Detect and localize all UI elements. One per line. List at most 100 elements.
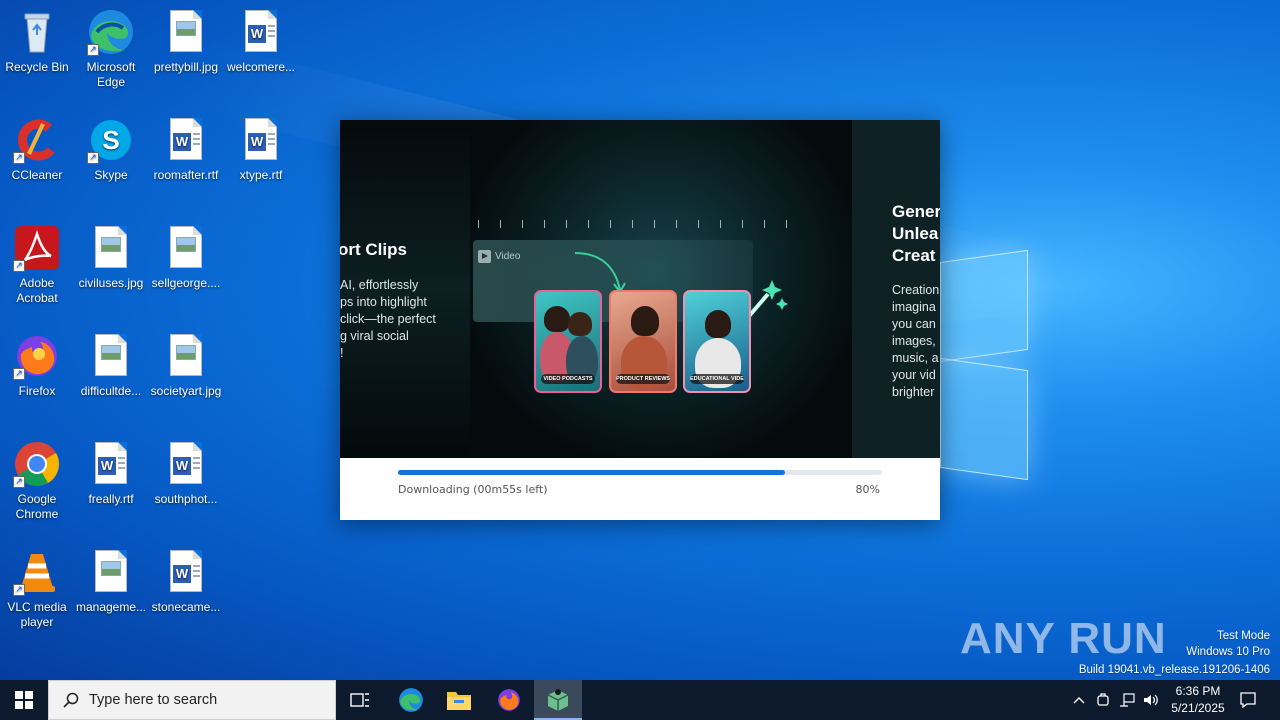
desktop-icon-manageme[interactable]: manageme...: [75, 548, 147, 615]
slide-text-line: ps into highlight: [340, 295, 427, 309]
desktop: Recycle Bin ↗ CCleaner ↗ Adobe Acrobat ↗…: [0, 0, 1280, 680]
desktop-icon-prettybill[interactable]: prettybill.jpg: [150, 8, 222, 75]
search-placeholder: Type here to search: [89, 692, 218, 708]
shortcut-arrow-icon: ↗: [13, 152, 25, 164]
card-product-reviews: PRODUCT REVIEWS: [609, 290, 677, 393]
word-file-icon: W: [237, 8, 285, 56]
edge-icon: [399, 688, 423, 712]
skype-icon: S ↗: [87, 116, 135, 164]
image-file-icon: [87, 548, 135, 596]
watermark-edition: Windows 10 Pro: [1186, 646, 1270, 658]
chrome-icon: ↗: [13, 440, 61, 488]
ccleaner-icon: ↗: [13, 116, 61, 164]
desktop-icon-southphot[interactable]: W southphot...: [150, 440, 222, 507]
network-button[interactable]: [1116, 680, 1138, 720]
show-hidden-icons-button[interactable]: [1068, 680, 1090, 720]
shortcut-arrow-icon: ↗: [13, 260, 25, 272]
desktop-icon-difficultde[interactable]: difficultde...: [75, 332, 147, 399]
desktop-icon-vlc[interactable]: ↗ VLC media player: [1, 548, 73, 630]
slide-text-line: Creation: [892, 283, 940, 297]
taskbar-installer-app[interactable]: [534, 680, 582, 720]
desktop-icon-skype[interactable]: S ↗ Skype: [75, 116, 147, 183]
network-icon: [1120, 693, 1135, 707]
slide-text-line: g viral social: [340, 329, 409, 343]
firefox-icon: [498, 689, 520, 711]
folder-icon: [447, 692, 471, 710]
installer-window[interactable]: ort Clips AI, effortlessly ps into highl…: [340, 120, 940, 520]
word-file-icon: W: [162, 116, 210, 164]
desktop-icon-firefox[interactable]: ↗ Firefox: [1, 332, 73, 399]
image-file-icon: [162, 8, 210, 56]
desktop-icon-societyart[interactable]: societyart.jpg: [150, 332, 222, 399]
desktop-icon-adobe-acrobat[interactable]: ↗ Adobe Acrobat: [1, 224, 73, 306]
volume-button[interactable]: [1140, 680, 1162, 720]
slide-text-line: !: [340, 346, 344, 360]
desktop-icon-sellgeorge[interactable]: sellgeorge....: [150, 224, 222, 291]
desktop-icon-label: welcomere...: [226, 60, 296, 74]
start-button[interactable]: [0, 680, 48, 720]
video-tag: Video: [478, 250, 520, 263]
shortcut-arrow-icon: ↗: [87, 152, 99, 164]
slide-title-line: Unlea: [892, 224, 939, 243]
slide-text-line: imagina: [892, 300, 936, 314]
shortcut-arrow-icon: ↗: [87, 44, 99, 56]
desktop-icon-label: difficultde...: [80, 384, 142, 398]
desktop-icon-freally[interactable]: W freally.rtf: [75, 440, 147, 507]
desktop-icon-recycle-bin[interactable]: Recycle Bin: [1, 8, 73, 75]
desktop-icon-label: Adobe Acrobat: [16, 276, 58, 305]
taskbar-edge[interactable]: [388, 680, 434, 720]
shortcut-arrow-icon: ↗: [13, 584, 25, 596]
slide-text-line: images,: [892, 334, 936, 348]
desktop-icon-label: xtype.rtf: [239, 168, 283, 182]
firefox-icon: ↗: [13, 332, 61, 380]
image-file-icon: [162, 224, 210, 272]
desktop-icon-label: prettybill.jpg: [153, 60, 219, 74]
svg-text:S: S: [102, 125, 119, 155]
card-educational-video: EDUCATIONAL VIDEO: [683, 290, 751, 393]
word-file-icon: W: [162, 548, 210, 596]
word-file-icon: W: [237, 116, 285, 164]
desktop-icon-label: manageme...: [75, 600, 147, 614]
slide-title-line: Gener: [892, 202, 940, 221]
desktop-icon-xtype[interactable]: W xtype.rtf: [225, 116, 297, 183]
desktop-icon-google-chrome[interactable]: ↗ Google Chrome: [1, 440, 73, 522]
action-center-button[interactable]: [1234, 680, 1262, 720]
image-file-icon: [162, 332, 210, 380]
windows-start-icon: [15, 691, 33, 709]
card-video-podcasts: VIDEO PODCASTS: [534, 290, 602, 393]
taskbar-clock[interactable]: 6:36 PM 5/21/2025: [1163, 683, 1233, 717]
clock-date: 5/21/2025: [1171, 701, 1225, 715]
desktop-icon-civiluses[interactable]: civiluses.jpg: [75, 224, 147, 291]
promo-banner: ort Clips AI, effortlessly ps into highl…: [340, 120, 940, 458]
desktop-icon-label: CCleaner: [11, 168, 63, 182]
shortcut-arrow-icon: ↗: [13, 368, 25, 380]
desktop-icon-label: southphot...: [154, 492, 218, 506]
desktop-icon-ccleaner[interactable]: ↗ CCleaner: [1, 116, 73, 183]
card-caption: EDUCATIONAL VIDEO: [690, 374, 744, 384]
slide-text-line: music, a: [892, 351, 939, 365]
taskbar-firefox[interactable]: [486, 680, 532, 720]
anyrun-logo: ANY RUN: [960, 614, 1167, 663]
tray-app-button[interactable]: [1092, 680, 1114, 720]
desktop-icon-stonecame[interactable]: W stonecame...: [150, 548, 222, 615]
speaker-icon: [1144, 694, 1158, 706]
desktop-icon-label: civiluses.jpg: [78, 276, 144, 290]
chevron-up-icon: [1073, 697, 1085, 704]
promo-stage: Video VIDEO PODCASTS PRODUCT REVIEWS EDU…: [470, 120, 852, 458]
desktop-icon-label: stonecame...: [151, 600, 221, 614]
taskbar-file-explorer[interactable]: [436, 680, 482, 720]
slide-title: ort Clips: [340, 240, 407, 259]
slide-text-line: your vid: [892, 368, 936, 382]
task-view-button[interactable]: [338, 680, 382, 720]
desktop-icon-microsoft-edge[interactable]: ↗ Microsoft Edge: [75, 8, 147, 90]
search-icon: [63, 692, 79, 708]
desktop-icon-roomafter[interactable]: W roomafter.rtf: [150, 116, 222, 183]
notification-icon: [1240, 692, 1256, 709]
installer-app-icon: [547, 689, 569, 711]
desktop-icon-welcomere[interactable]: W welcomere...: [225, 8, 297, 75]
watermark-test-mode: Test Mode: [1216, 630, 1270, 642]
card-caption: VIDEO PODCASTS: [541, 374, 595, 384]
taskbar-search-box[interactable]: Type here to search: [48, 680, 336, 720]
progress-bar-fill: [398, 470, 786, 475]
promo-slide-right: Gener Unlea Creat Creation imagina you c…: [852, 120, 940, 458]
